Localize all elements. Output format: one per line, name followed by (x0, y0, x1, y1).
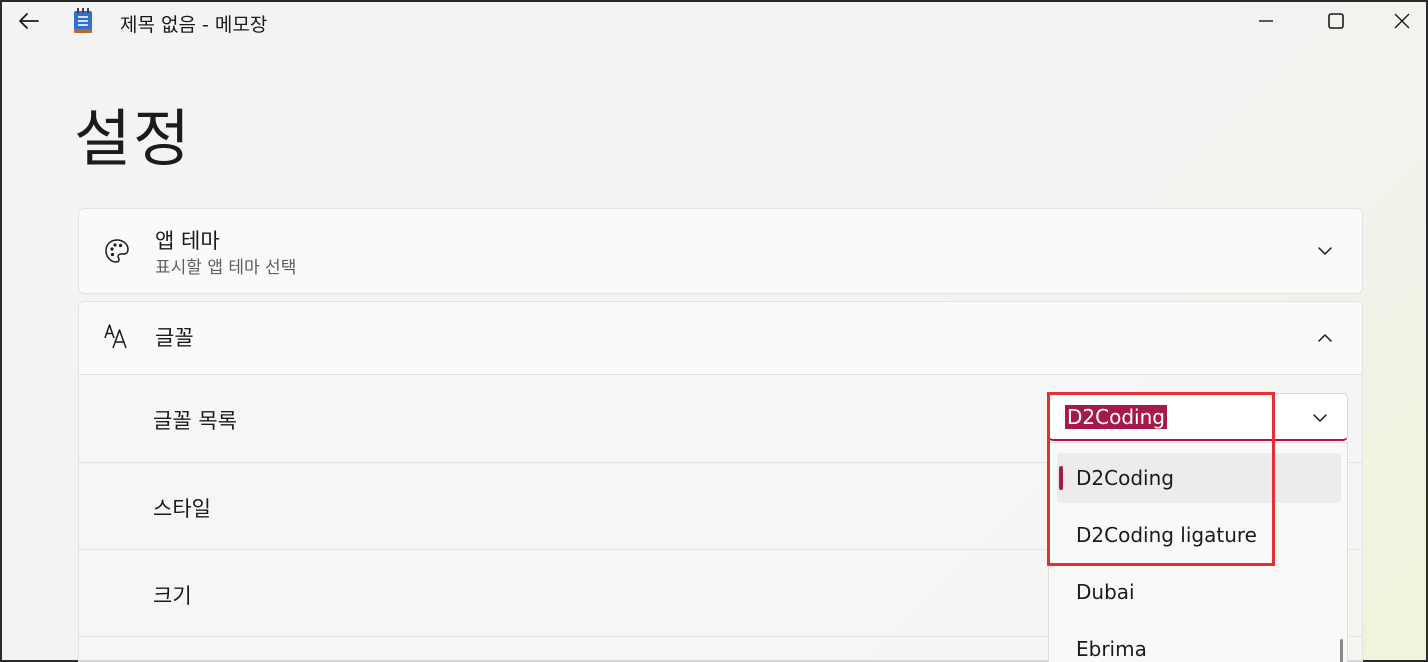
option-label: Ebrima (1076, 637, 1147, 661)
palette-icon (103, 237, 131, 265)
page-title: 설정 (74, 102, 193, 175)
option-label: D2Coding (1076, 466, 1174, 490)
dropdown-option[interactable]: Dubai (1057, 567, 1341, 617)
option-label: D2Coding ligature (1076, 523, 1257, 547)
chevron-down-icon[interactable] (1316, 242, 1334, 260)
font-icon (103, 322, 131, 350)
minimize-icon (1259, 20, 1273, 22)
option-label: Dubai (1076, 580, 1135, 604)
chevron-down-icon (1311, 409, 1329, 427)
app-theme-title: 앱 테마 (155, 229, 220, 253)
selection-indicator (1059, 466, 1063, 490)
back-button[interactable] (14, 6, 44, 36)
window-title: 제목 없음 - 메모장 (120, 14, 268, 36)
scrollbar-thumb[interactable] (1340, 639, 1343, 662)
dropdown-option[interactable]: Ebrima (1057, 624, 1341, 662)
font-family-combobox[interactable]: D2Coding (1048, 393, 1348, 441)
close-button[interactable] (1382, 6, 1422, 36)
minimize-button[interactable] (1246, 6, 1286, 36)
app-theme-card[interactable]: 앱 테마 표시할 앱 테마 선택 (78, 208, 1363, 294)
font-style-label: 스타일 (153, 497, 211, 521)
close-icon (1394, 13, 1410, 29)
back-arrow-icon (19, 13, 39, 29)
title-bar: 제목 없음 - 메모장 (2, 2, 1426, 40)
font-family-selected-value[interactable]: D2Coding (1065, 405, 1167, 429)
notepad-icon (72, 8, 94, 34)
maximize-icon (1328, 13, 1344, 29)
font-size-label: 크기 (153, 584, 192, 608)
app-theme-subtitle: 표시할 앱 테마 선택 (155, 258, 297, 278)
dropdown-option[interactable]: D2Coding (1057, 453, 1341, 503)
chevron-up-icon[interactable] (1316, 329, 1334, 347)
maximize-button[interactable] (1316, 6, 1356, 36)
font-title: 글꼴 (155, 326, 194, 350)
font-family-label: 글꼴 목록 (153, 409, 237, 433)
font-family-dropdown[interactable]: D2Coding D2Coding ligature Dubai Ebrima (1048, 442, 1348, 662)
font-card[interactable]: 글꼴 (78, 301, 1363, 375)
dropdown-option[interactable]: D2Coding ligature (1057, 510, 1341, 560)
